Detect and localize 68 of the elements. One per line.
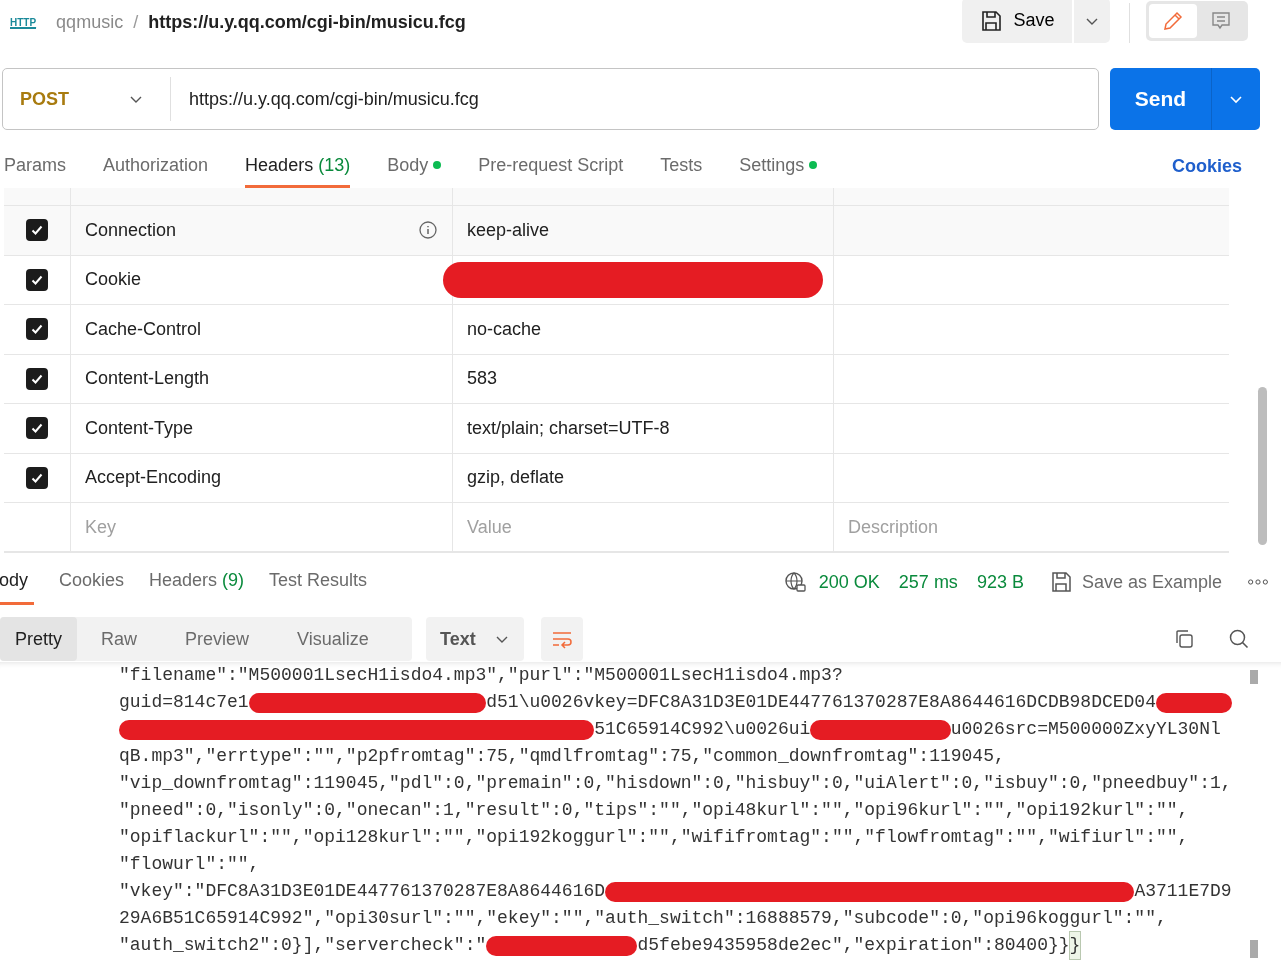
view-mode-button[interactable]: Preview [161, 617, 274, 661]
send-button[interactable]: Send [1110, 68, 1211, 130]
status-code: 200 OK [818, 571, 880, 593]
header-value: 583 [467, 368, 498, 390]
request-name: https://u.y.qq.com/cgi-bin/musicu.fcg [148, 12, 466, 33]
response-code-text: d51\u0026vkey=DFC8A31D3E01DE447761370287E8A8644616DCDB98DCED04 [486, 691, 1156, 714]
collection-name[interactable]: qqmusic [56, 12, 124, 33]
response-code-text: "auth_switch2":0}],"servercheck":" [119, 934, 487, 957]
header-key: Cache-Control [85, 318, 202, 340]
checkbox[interactable] [26, 367, 48, 390]
checkbox[interactable] [26, 466, 48, 489]
response-tab[interactable]: Test Results [269, 559, 368, 605]
response-code-text: 51C65914C992\u0026ui [594, 718, 811, 741]
response-tab[interactable]: Headers (9) [149, 559, 245, 605]
response-code-text: d5febe9435958de2ec","expiration":80400}} [637, 934, 1070, 957]
description-field[interactable]: Description [848, 516, 939, 538]
view-mode-button[interactable]: Raw [77, 617, 162, 661]
header-key: Cookie [85, 269, 142, 291]
header-key: Connection [85, 219, 177, 241]
response-code-text: "filename":"M500001LsecH1isdo4.mp3","purl":"M500001LsecH1isdo4.mp3? [119, 664, 843, 687]
response-code-text: qB.mp3","errtype":"","p2pfromtag":75,"qmdlfromtag":75,"common_downfromtag":119045, [119, 745, 1005, 768]
scrollbar-thumb[interactable] [1250, 670, 1258, 684]
search-icon[interactable] [1227, 627, 1251, 651]
response-tab[interactable]: Cookies [59, 559, 125, 605]
header-key: Accept-Encoding [85, 467, 222, 489]
checkbox[interactable] [26, 219, 48, 242]
checkbox[interactable] [26, 318, 48, 341]
view-mode-button[interactable]: Pretty [0, 617, 77, 661]
checkbox[interactable] [26, 268, 48, 291]
request-tab[interactable]: Body [387, 145, 442, 188]
response-code-text: 29A6B51C65914C992","opi30surl":"","ekey":"","auth_switch":16888579,"subcode":0,"opi96koggurl":"", [119, 907, 1167, 930]
request-tab[interactable]: Pre-request Script [478, 145, 624, 188]
response-code-text: A3711E7D9 [1134, 880, 1232, 903]
response-code-text: "pneed":0,"isonly":0,"onecan":1,"result":0,"tips":"","opi48kurl":"","opi96kurl":"","opi192kurl":"", [119, 799, 1189, 822]
save-button[interactable]: Save [962, 0, 1072, 43]
response-code-text: guid=814c7e1 [119, 691, 249, 714]
breadcrumb-separator: / [133, 12, 139, 33]
edit-mode-button[interactable] [1149, 3, 1197, 38]
response-code-text: "vip_downfromtag":119045,"pdl":0,"premain":0,"hisdown":0,"hisbuy":0,"uiAlert":0,"isbuy":0,"pneedbuy":1, [119, 772, 1232, 795]
response-size: 923 B [976, 571, 1024, 593]
header-value: keep-alive [467, 219, 550, 241]
response-code-text: "vkey":"DFC8A31D3E01DE447761370287E8A8644616D [119, 880, 606, 903]
scrollbar-thumb[interactable] [1250, 940, 1258, 958]
request-tab[interactable]: Tests [660, 145, 703, 188]
header-value: text/plain; charset=UTF-8 [467, 417, 670, 439]
checkbox[interactable] [26, 417, 48, 440]
more-options-icon[interactable] [1247, 577, 1269, 587]
response-time: 257 ms [898, 571, 958, 593]
method-dropdown[interactable]: POST [3, 77, 171, 121]
request-tab[interactable]: Authorization [103, 145, 209, 188]
header-value: no-cache [467, 318, 542, 340]
request-tab[interactable]: Settings [739, 145, 818, 188]
scrollbar-thumb[interactable] [1258, 387, 1267, 545]
response-code-text: "opiflackurl":"","opi128kurl":"","opi192koggurl":"","wififromtag":"","flowfromtag":"","wifiurl":"", [119, 826, 1189, 849]
save-as-example-button[interactable]: Save as Example [1048, 559, 1222, 605]
response-code-text: u0026src=M500000ZxyYL30Nl [950, 718, 1221, 741]
header-key: Content-Type [85, 417, 194, 439]
header-key: Content-Length [85, 368, 210, 390]
globe-lock-icon[interactable] [782, 570, 807, 594]
matched-bracket: } [1069, 932, 1081, 959]
cookies-link[interactable]: Cookies [1171, 156, 1242, 177]
response-tab[interactable]: ody [0, 559, 34, 605]
response-code-text: "flowurl":"", [119, 853, 260, 876]
format-dropdown[interactable]: Text [426, 617, 524, 661]
view-mode-button[interactable]: Visualize [273, 617, 393, 661]
header-value: gzip, deflate [467, 467, 565, 489]
url-field[interactable]: POST https://u.y.qq.com/cgi-bin/musicu.fcg [2, 68, 1099, 130]
request-tab[interactable]: Params [4, 145, 66, 188]
